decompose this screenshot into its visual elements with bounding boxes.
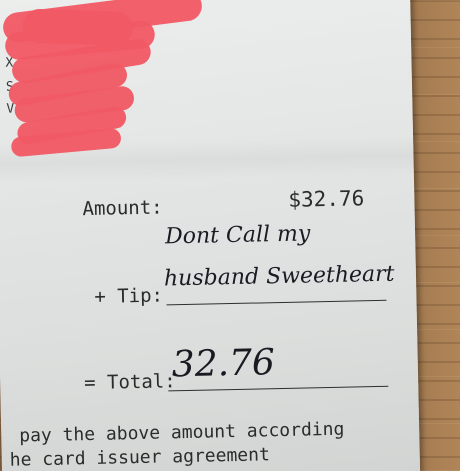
tip-handwritten-note-line2: husband Sweetheart (163, 261, 395, 292)
total-label: = Total: (83, 370, 176, 395)
tip-label: + Tip: (94, 284, 164, 308)
amount-value: $32.76 (288, 186, 365, 212)
tip-handwritten-note-line1: Dont Call my (164, 221, 311, 250)
photo-scene: X S V Amount: $32.76 Dont Call my + Tip:… (0, 0, 460, 471)
receipt-paper: X S V Amount: $32.76 Dont Call my + Tip:… (0, 0, 421, 471)
total-line (168, 385, 389, 392)
footer-line-2: he card issuer agreement (9, 444, 271, 471)
total-handwritten-value: 32.76 (171, 342, 276, 386)
tip-signature-line (166, 299, 387, 306)
redaction-stroke (22, 8, 134, 46)
footer-line-1: pay the above amount according (19, 418, 345, 447)
amount-label: Amount: (82, 196, 163, 221)
